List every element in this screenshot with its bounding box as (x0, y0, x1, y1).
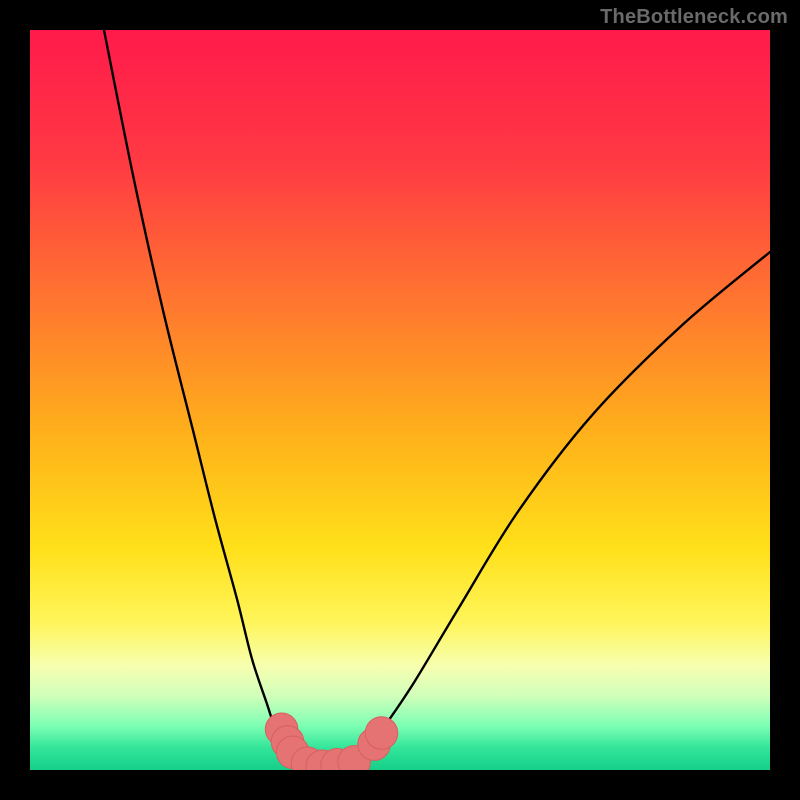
chart-container: TheBottleneck.com (0, 0, 800, 800)
curve-marker (365, 717, 398, 750)
bottleneck-chart (0, 0, 800, 800)
plot-background (30, 30, 770, 770)
watermark-text: TheBottleneck.com (600, 6, 788, 29)
